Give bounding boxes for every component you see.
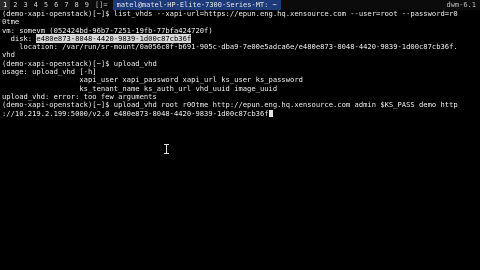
terminal-cursor xyxy=(268,109,273,117)
text-cursor-ibeam-icon xyxy=(163,144,169,154)
terminal-window[interactable]: (demo-xapi-openstack)[~]$ list_vhds --xa… xyxy=(0,9,480,270)
terminal-line-text: ://10.219.2.199:5000/v2.0 e480e873-8048-… xyxy=(2,108,269,118)
terminal-line: ://10.219.2.199:5000/v2.0 e480e873-8048-… xyxy=(0,108,480,118)
terminal-line: (demo-xapi-openstack)[~]$ list_vhds --xa… xyxy=(0,9,480,18)
terminal-line: location: /var/run/sr-mount/0a056c0f-b69… xyxy=(0,43,480,51)
terminal-line-text: (demo-xapi-openstack)[~]$ list_vhds --xa… xyxy=(2,9,458,18)
terminal-line-text: location: /var/run/sr-mount/0a056c0f-b69… xyxy=(2,42,458,52)
